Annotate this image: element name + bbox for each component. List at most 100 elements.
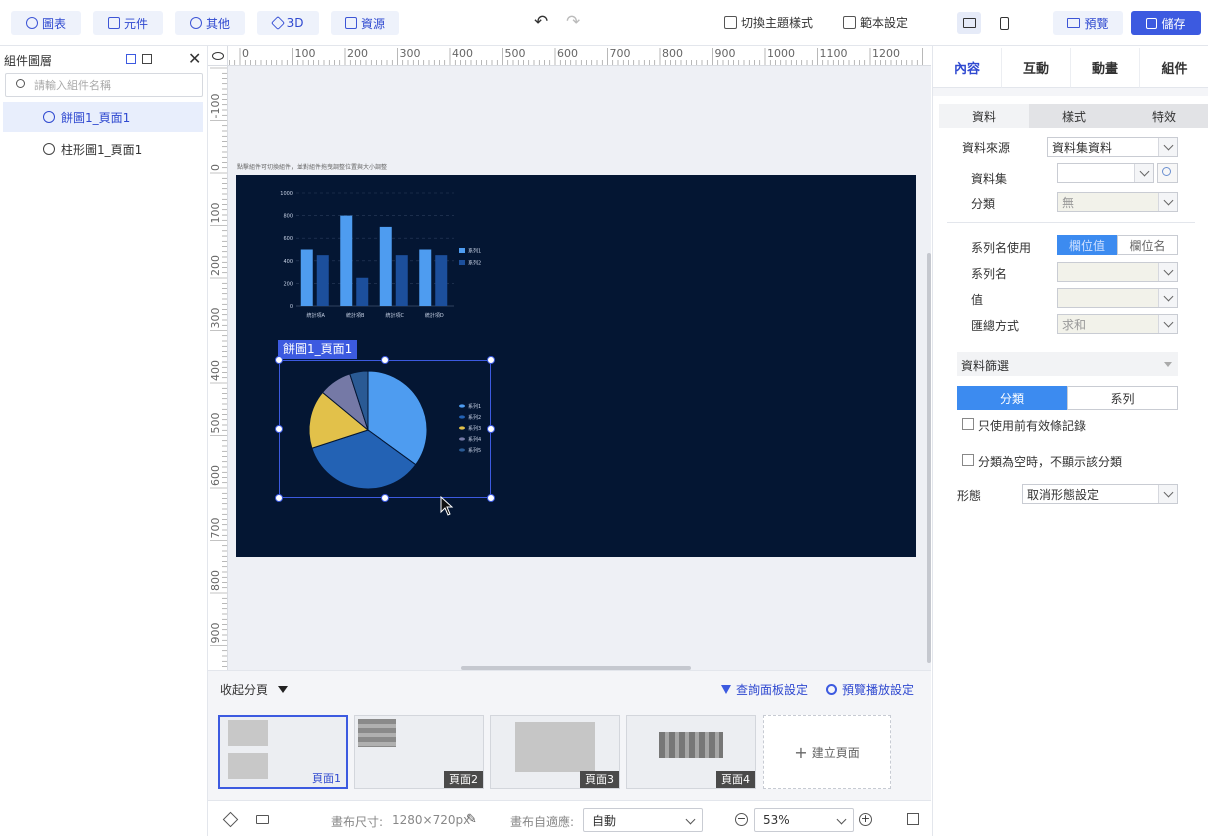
bar-chart[interactable]: 0 200 400 600 800 1000 統計項A 統計項B 統計項C 統計項D 系列1 系列… — [236, 175, 916, 335]
page-thumb-3[interactable]: 頁面3 — [490, 715, 620, 789]
category-select[interactable]: 無 — [1057, 192, 1178, 212]
only-valid-checkbox[interactable] — [962, 418, 974, 430]
series-use-field-value[interactable]: 欄位值 — [1057, 235, 1117, 255]
resize-handle[interactable] — [275, 425, 283, 433]
layer-panel: 組件圖層 ✕ 請輸入組件名稱 餅圖1_頁面1 柱形圖1_頁面1 — [0, 46, 208, 836]
ruler-label: 500 — [505, 47, 526, 60]
preview-settings-button[interactable]: 預覽播放設定 — [826, 681, 914, 698]
other-button[interactable]: 其他 — [175, 11, 245, 35]
property-panel: 內容 互動 動畫 組件 資料 樣式 特效 資料來源 資料集資料 資料集 分類 無… — [932, 46, 1208, 836]
save-icon — [1146, 17, 1158, 29]
layers-icon[interactable] — [222, 811, 239, 828]
resize-handle[interactable] — [487, 425, 495, 433]
cube-icon — [270, 15, 285, 31]
page-thumb-2[interactable]: 頁面2 — [354, 715, 484, 789]
pie-chart-icon — [43, 111, 55, 123]
bar — [395, 255, 408, 306]
ruler-label: 800 — [209, 570, 222, 591]
template-button[interactable]: 範本設定 — [843, 14, 908, 31]
layer-item-bar[interactable]: 柱形圖1_頁面1 — [3, 134, 203, 164]
source-select[interactable]: 資料集資料 — [1047, 137, 1178, 157]
tab-content[interactable]: 內容 — [933, 48, 1002, 88]
value-select[interactable] — [1057, 288, 1178, 308]
subtab-style[interactable]: 樣式 — [1029, 104, 1119, 128]
query-panel-button[interactable]: 查詢面板設定 — [721, 681, 808, 698]
fullscreen-icon[interactable] — [907, 813, 919, 825]
value-label: 值 — [971, 293, 984, 307]
series-name-select[interactable] — [1057, 262, 1178, 282]
layer-search-input[interactable]: 請輸入組件名稱 — [5, 73, 203, 97]
close-icon[interactable]: ✕ — [188, 49, 201, 68]
page-thumb-1[interactable]: 頁面1 — [218, 715, 348, 789]
widget-button[interactable]: 元件 — [93, 11, 163, 35]
divider — [933, 88, 1208, 96]
tab-component[interactable]: 組件 — [1140, 48, 1208, 88]
save-button[interactable]: 儲存 — [1131, 11, 1201, 35]
eye-icon[interactable] — [212, 52, 224, 60]
page-thumb-label: 頁面4 — [716, 771, 755, 788]
undo-icon[interactable]: ↶ — [534, 12, 548, 32]
divider — [947, 222, 1195, 223]
desktop-view-toggle[interactable] — [957, 12, 981, 34]
series-name-label: 系列名 — [971, 267, 1008, 281]
selection-box[interactable] — [279, 360, 491, 498]
legend-swatch — [459, 248, 465, 253]
subtab-data[interactable]: 資料 — [939, 104, 1029, 128]
layer-item-pie[interactable]: 餅圖1_頁面1 — [3, 102, 203, 132]
resize-handle[interactable] — [275, 494, 283, 502]
layout-left-icon[interactable] — [126, 54, 136, 64]
y-tick-label: 800 — [283, 214, 293, 220]
aggregation-select[interactable]: 求和 — [1057, 314, 1178, 334]
dataset-select[interactable] — [1057, 163, 1154, 183]
filter-tab-series[interactable]: 系列 — [1067, 386, 1178, 410]
resize-handle[interactable] — [381, 494, 389, 502]
ruler-label: 800 — [662, 47, 683, 60]
ruler-label: 500 — [209, 413, 222, 434]
filter-tab-category[interactable]: 分類 — [957, 386, 1067, 410]
zoom-in-icon[interactable]: + — [859, 813, 872, 826]
layout-right-icon[interactable] — [142, 54, 152, 64]
resize-handle[interactable] — [487, 356, 495, 364]
edit-icon[interactable]: ✎ — [466, 812, 477, 827]
shape-select[interactable]: 取消形態設定 — [1022, 484, 1178, 504]
ruler-label: 400 — [209, 360, 222, 381]
ruler-label: 600 — [557, 47, 578, 60]
ruler-label: 300 — [400, 47, 421, 60]
fit-select[interactable]: 自動 — [583, 808, 703, 832]
hide-empty-checkbox[interactable] — [962, 454, 974, 466]
thumb-block — [659, 732, 723, 758]
zoom-out-icon[interactable]: − — [735, 813, 748, 826]
data-filter-header[interactable]: 資料篩選 — [957, 352, 1178, 376]
redo-icon[interactable]: ↷ — [566, 12, 580, 32]
y-tick-label: 200 — [283, 281, 293, 287]
bar — [316, 255, 329, 306]
y-tick-label: 600 — [283, 236, 293, 242]
series-use-field-name[interactable]: 欄位名 — [1117, 235, 1178, 255]
filter-icon — [721, 685, 731, 694]
theme-button[interactable]: 切換主題樣式 — [724, 14, 813, 31]
widget-icon — [107, 17, 120, 29]
resize-handle[interactable] — [487, 494, 495, 502]
bar — [379, 226, 392, 306]
chart-button[interactable]: 圖表 — [11, 11, 81, 35]
tab-animation[interactable]: 動畫 — [1071, 48, 1140, 88]
resize-handle[interactable] — [275, 356, 283, 364]
mobile-view-toggle[interactable] — [992, 12, 1016, 34]
x-tick-label: 統計項C — [386, 312, 405, 319]
collapse-pages-button[interactable]: 收起分頁 — [220, 681, 288, 698]
three-d-button[interactable]: 3D — [257, 11, 319, 35]
dataset-search-button[interactable] — [1157, 163, 1178, 183]
preview-button[interactable]: 預覽 — [1053, 11, 1123, 35]
zoom-select[interactable]: 53% — [754, 808, 854, 832]
legend-swatch — [459, 260, 465, 265]
search-icon — [1162, 167, 1171, 176]
vertical-scrollbar[interactable] — [927, 253, 931, 663]
subtab-effect[interactable]: 特效 — [1119, 104, 1208, 128]
add-page-button[interactable]: + 建立頁面 — [763, 715, 891, 789]
page-thumb-4[interactable]: 頁面4 — [626, 715, 756, 789]
resource-button[interactable]: 資源 — [331, 11, 399, 35]
keyboard-icon[interactable] — [256, 815, 269, 824]
tab-interaction[interactable]: 互動 — [1002, 48, 1071, 88]
aggregation-select-value: 求和 — [1062, 317, 1087, 332]
resize-handle[interactable] — [381, 356, 389, 364]
